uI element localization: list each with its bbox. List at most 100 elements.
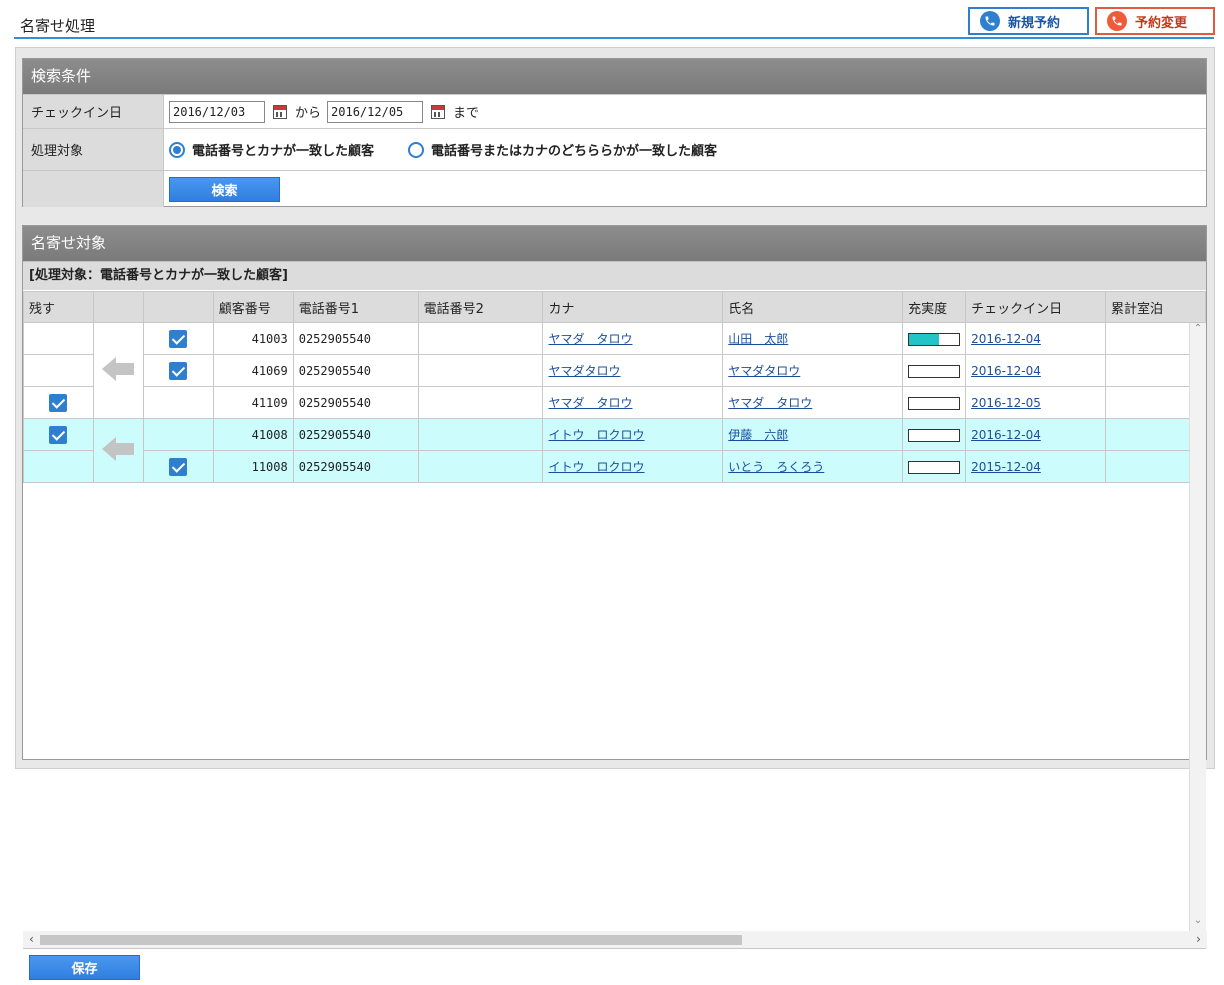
checkin-from-input[interactable] (169, 100, 265, 123)
scroll-right-icon[interactable]: › (1190, 931, 1207, 948)
tel2 (417, 354, 544, 387)
match-both-label[interactable]: 電話番号とカナが一致した顧客 (192, 140, 374, 159)
checkin-link[interactable]: 2016-12-05 (971, 396, 1041, 410)
calendar-icon[interactable] (431, 104, 446, 119)
table-row: 41109 0252905540 ヤマダ タロウ ヤマダ タロウ 2016-12… (23, 386, 1206, 419)
col-tel2[interactable]: 電話番号2 (417, 291, 544, 323)
change-reservation-button[interactable]: 予約変更 (1095, 7, 1215, 35)
col-completeness[interactable]: 充実度 (902, 291, 967, 323)
kana-link[interactable]: ヤマダ タロウ (548, 396, 632, 410)
col-total-nights[interactable]: 累計室泊 (1105, 291, 1206, 323)
kana-cell: イトウ ロクロウ (542, 418, 724, 451)
name-link[interactable]: 山田 太郎 (728, 332, 788, 346)
checkin-date-label: チェックイン日 (23, 95, 164, 128)
completeness-bar (908, 364, 961, 378)
tel1: 0252905540 (292, 386, 419, 419)
calendar-icon[interactable] (273, 104, 287, 119)
col-select (142, 291, 214, 323)
checkin-link[interactable]: 2016-12-04 (971, 428, 1041, 442)
kana-link[interactable]: イトウ ロクロウ (548, 428, 644, 442)
keep-cell[interactable] (23, 418, 94, 451)
tel2 (417, 418, 544, 451)
name-cell: いとう ろくろう (722, 450, 904, 483)
to-text: まで (453, 106, 480, 121)
checkin-link[interactable]: 2016-12-04 (971, 332, 1041, 346)
name-link[interactable]: 伊藤 六郎 (728, 428, 788, 442)
checkin-link[interactable]: 2016-12-04 (971, 364, 1041, 378)
completeness-bar (908, 428, 961, 442)
select-cell[interactable] (142, 354, 214, 387)
checkbox-checked-icon[interactable] (49, 393, 68, 412)
kana-cell: ヤマダタロウ (542, 354, 724, 387)
name-link[interactable]: ヤマダタロウ (728, 364, 800, 378)
match-both-radio[interactable] (169, 141, 185, 158)
keep-cell[interactable] (23, 450, 94, 483)
checkin-link[interactable]: 2015-12-04 (971, 460, 1041, 474)
select-cell[interactable] (142, 386, 214, 419)
completeness-cell (902, 322, 967, 355)
vertical-scrollbar[interactable]: ⌃ ⌄ (1189, 323, 1206, 931)
name-cell: ヤマダ タロウ (722, 386, 904, 419)
phone-icon (1107, 11, 1127, 31)
col-customer-no[interactable]: 顧客番号 (212, 291, 294, 323)
checkin-cell: 2016-12-04 (965, 418, 1106, 451)
col-keep[interactable]: 残す (23, 291, 94, 323)
process-target-subheading: [処理対象：電話番号とカナが一致した顧客] (23, 261, 1206, 290)
name-link[interactable]: いとう ろくろう (728, 460, 824, 474)
search-button[interactable]: 検索 (169, 176, 280, 202)
table-row-highlighted: 41008 0252905540 イトウ ロクロウ 伊藤 六郎 2016-12-… (23, 418, 1206, 483)
name-link[interactable]: ヤマダ タロウ (728, 396, 812, 410)
search-conditions-title: 検索条件 (23, 59, 1206, 94)
kana-cell: イトウ ロクロウ (542, 450, 724, 483)
new-reservation-label: 新規予約 (1008, 15, 1061, 31)
scroll-up-icon[interactable]: ⌃ (1190, 323, 1206, 339)
kana-link[interactable]: ヤマダ タロウ (548, 332, 632, 346)
search-conditions-panel: 検索条件 チェックイン日 から まで 処理対象 電話番号とカナが一致した顧客 電… (22, 58, 1207, 207)
col-tel1[interactable]: 電話番号1 (292, 291, 419, 323)
select-cell[interactable] (142, 450, 214, 483)
completeness-cell (902, 418, 967, 451)
customer-no: 11008 (212, 450, 294, 483)
keep-cell[interactable] (23, 354, 94, 387)
checkbox-checked-icon[interactable] (169, 329, 188, 348)
change-reservation-label: 予約変更 (1135, 15, 1188, 31)
checkbox-checked-icon[interactable] (49, 425, 68, 444)
new-reservation-button[interactable]: 新規予約 (968, 7, 1089, 35)
from-text: から (295, 106, 322, 121)
select-cell[interactable] (142, 322, 214, 355)
select-cell[interactable] (142, 418, 214, 451)
col-checkin[interactable]: チェックイン日 (965, 291, 1106, 323)
kana-link[interactable]: イトウ ロクロウ (548, 460, 644, 474)
checkin-cell: 2016-12-04 (965, 322, 1106, 355)
match-either-radio[interactable] (408, 141, 425, 158)
name-cell: 伊藤 六郎 (722, 418, 904, 451)
merge-targets-title: 名寄せ対象 (23, 226, 1206, 261)
horizontal-scrollbar[interactable]: ‹ › (23, 931, 1207, 948)
checkbox-checked-icon[interactable] (169, 457, 188, 476)
table-header-row: 残す 顧客番号 電話番号1 電話番号2 カナ 氏名 充実度 チェックイン日 累計… (23, 291, 1206, 323)
tel1: 0252905540 (292, 354, 419, 387)
completeness-bar (908, 396, 961, 410)
completeness-bar (908, 460, 961, 474)
keep-cell[interactable] (23, 322, 94, 355)
arrow-left-icon (102, 437, 135, 461)
keep-cell[interactable] (23, 386, 94, 419)
tel2 (417, 450, 544, 483)
customer-no: 41003 (212, 322, 294, 355)
checkin-cell: 2015-12-04 (965, 450, 1106, 483)
merge-arrow-cell (92, 322, 144, 419)
search-button-row: 検索 (23, 170, 1206, 207)
process-target-label: 処理対象 (23, 129, 164, 170)
scroll-down-icon[interactable]: ⌄ (1190, 915, 1206, 931)
col-kana[interactable]: カナ (542, 291, 724, 323)
horizontal-scroll-thumb[interactable] (40, 935, 742, 945)
merge-targets-panel: 名寄せ対象 [処理対象：電話番号とカナが一致した顧客] 残す 顧客番号 電話番号… (22, 225, 1207, 980)
tel1: 0252905540 (292, 450, 419, 483)
save-button[interactable]: 保存 (29, 955, 140, 980)
checkbox-checked-icon[interactable] (169, 361, 188, 380)
kana-link[interactable]: ヤマダタロウ (548, 364, 620, 378)
match-either-label[interactable]: 電話番号またはカナのどちららかが一致した顧客 (431, 140, 717, 159)
checkin-to-input[interactable] (327, 100, 424, 123)
scroll-left-icon[interactable]: ‹ (23, 931, 40, 948)
col-name[interactable]: 氏名 (722, 291, 904, 323)
